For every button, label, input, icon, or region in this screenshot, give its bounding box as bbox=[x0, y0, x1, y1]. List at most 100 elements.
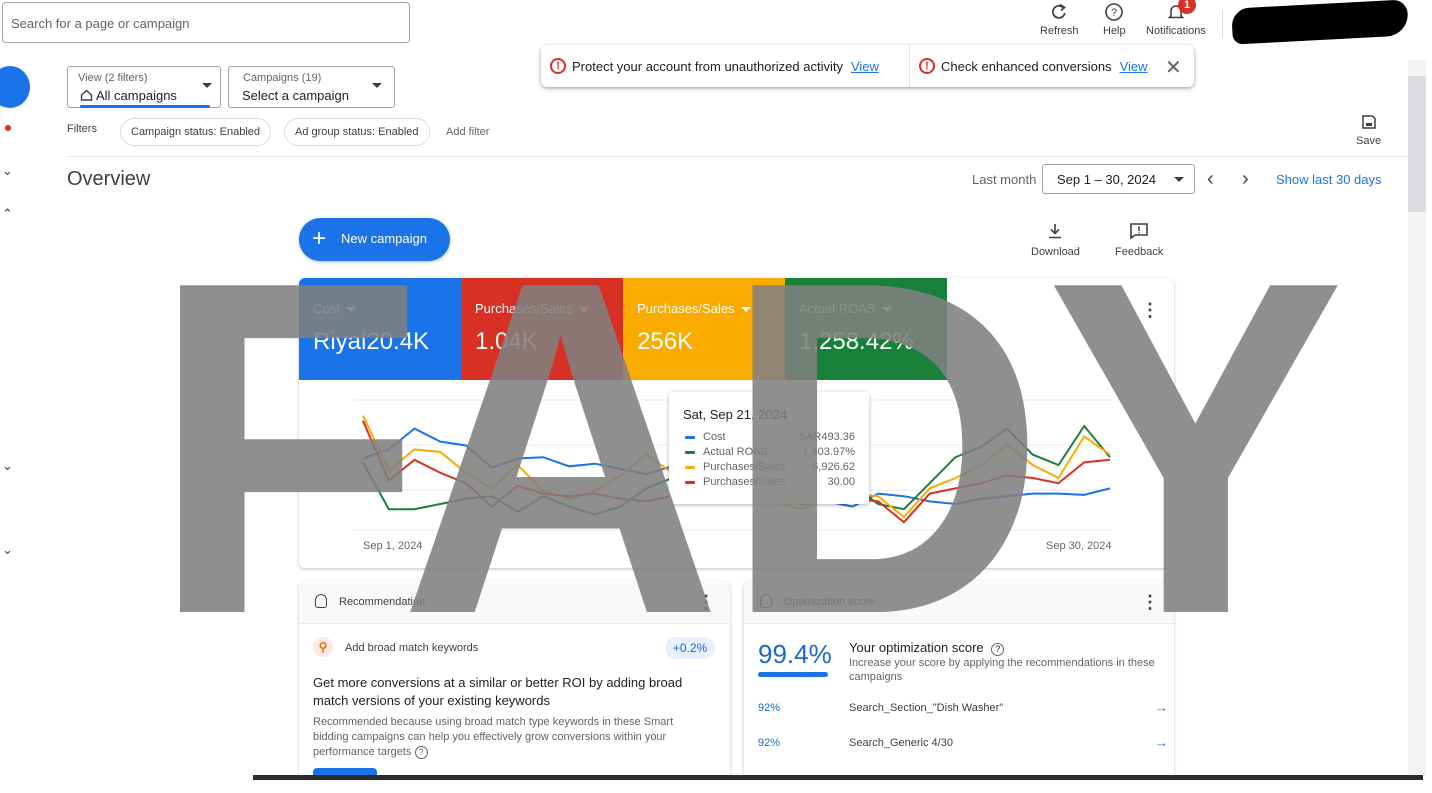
recommendation-card: Recommendation ⋮ ⚲ Add broad match keywo… bbox=[299, 581, 730, 781]
new-campaign-button[interactable]: + New campaign bbox=[299, 218, 450, 261]
tooltip-row: Cost SAR493.36 bbox=[683, 431, 855, 445]
show-last-30-days-link[interactable]: Show last 30 days bbox=[1276, 172, 1382, 187]
lightbulb-icon bbox=[315, 594, 327, 608]
page-title: Overview bbox=[67, 168, 151, 190]
card-title: Recommendation bbox=[339, 596, 426, 608]
chevron-up-icon[interactable]: ⌃ bbox=[2, 206, 13, 222]
refresh-label: Refresh bbox=[1040, 25, 1079, 37]
optimization-score-title-text: Your optimization score bbox=[849, 640, 984, 655]
feedback-button[interactable]: Feedback bbox=[1115, 222, 1163, 258]
dropdown-caret-icon bbox=[1174, 177, 1184, 182]
optimization-score-value: 99.4% bbox=[758, 639, 832, 669]
nav-create-button[interactable] bbox=[0, 66, 30, 108]
more-options-icon[interactable]: ⋮ bbox=[1141, 300, 1159, 321]
x-axis-end-label: Sep 30, 2024 bbox=[1046, 540, 1112, 552]
metric-value: Riyal20.4K bbox=[313, 328, 430, 355]
chevron-down-icon[interactable]: ⌄ bbox=[2, 163, 13, 179]
period-label: Last month bbox=[972, 172, 1037, 187]
more-options-icon[interactable]: ⋮ bbox=[1141, 592, 1159, 613]
next-period-icon[interactable]: › bbox=[1242, 168, 1249, 191]
help-button[interactable]: ? Help bbox=[1103, 2, 1126, 37]
refresh-icon bbox=[1052, 3, 1067, 19]
campaign-score: 92% bbox=[758, 702, 781, 714]
tooltip-series-value: 1,403.97% bbox=[802, 446, 855, 458]
campaign-selector[interactable]: Campaigns (19) Select a campaign bbox=[228, 66, 395, 108]
tooltip-series-value: SAR493.36 bbox=[798, 431, 855, 443]
legend-swatch bbox=[685, 481, 695, 484]
arrow-right-icon: → bbox=[1155, 735, 1168, 750]
chart-tooltip: Sat, Sep 21, 2024 Cost SAR493.36 Actual … bbox=[669, 392, 869, 504]
help-label: Help bbox=[1103, 25, 1126, 37]
help-icon: ? bbox=[1105, 3, 1124, 21]
toolbar-divider bbox=[1222, 10, 1223, 38]
filter-chip-campaign-status[interactable]: Campaign status: Enabled bbox=[120, 118, 272, 146]
download-button[interactable]: Download bbox=[1031, 222, 1080, 258]
metric-tile-sales[interactable]: Purchases/Sales 256K bbox=[623, 278, 785, 380]
chevron-down-icon[interactable]: ⌄ bbox=[2, 458, 13, 474]
save-icon bbox=[1361, 115, 1376, 129]
scrollbar-thumb[interactable] bbox=[1408, 76, 1426, 212]
account-avatar-redacted[interactable] bbox=[1231, 0, 1409, 45]
filter-chip-ad-group-status[interactable]: Ad group status: Enabled bbox=[284, 118, 430, 146]
close-icon[interactable]: ✕ bbox=[1165, 55, 1182, 80]
previous-period-icon[interactable]: ‹ bbox=[1207, 168, 1214, 191]
metric-label: Cost bbox=[313, 301, 356, 316]
download-label: Download bbox=[1031, 246, 1080, 258]
refresh-button[interactable]: Refresh bbox=[1040, 2, 1079, 37]
tooltip-series-value: 6,926.62 bbox=[812, 461, 855, 473]
search-icon: ⚲ bbox=[313, 637, 333, 657]
tooltip-row: Purchases/Sales 6,926.62 bbox=[683, 461, 855, 475]
card-header: Recommendation ⋮ bbox=[299, 581, 730, 624]
alert-text: Protect your account from unauthorized a… bbox=[572, 58, 843, 74]
feedback-label: Feedback bbox=[1115, 246, 1164, 258]
add-filter-button[interactable]: Add filter bbox=[446, 126, 489, 138]
recommendation-headline: Get more conversions at a similar or bet… bbox=[313, 675, 683, 708]
alert-view-link[interactable]: View bbox=[1120, 59, 1148, 74]
help-icon[interactable]: ? bbox=[414, 746, 428, 759]
download-icon bbox=[1049, 224, 1062, 239]
save-label: Save bbox=[1356, 135, 1382, 147]
view-selector-label: View (2 filters) bbox=[78, 72, 148, 84]
dropdown-caret-icon bbox=[202, 83, 212, 88]
date-range-picker[interactable]: Sep 1 – 30, 2024 bbox=[1042, 164, 1195, 194]
home-icon bbox=[80, 89, 93, 101]
dropdown-caret-icon bbox=[372, 83, 382, 88]
alert-divider bbox=[909, 45, 910, 87]
x-axis-start-label: Sep 1, 2024 bbox=[363, 540, 423, 552]
recommendation-type: Add broad match keywords bbox=[345, 642, 479, 654]
metric-value: 1,258.42% bbox=[799, 328, 914, 355]
alert-view-link[interactable]: View bbox=[851, 59, 879, 74]
legend-swatch bbox=[685, 436, 695, 439]
legend-swatch bbox=[685, 451, 695, 454]
chevron-down-icon[interactable]: ⌄ bbox=[2, 542, 13, 558]
optimization-score-card: Optimization score ⋮ 99.4% Your optimiza… bbox=[744, 581, 1174, 781]
notifications-button[interactable]: Notifications bbox=[1146, 2, 1206, 37]
campaign-name: Search_Generic 4/30 bbox=[849, 737, 953, 749]
feedback-icon bbox=[1130, 223, 1148, 240]
notifications-label: Notifications bbox=[1146, 25, 1206, 37]
campaign-score-row[interactable]: 92% Search_Generic 4/30 → bbox=[758, 735, 1168, 753]
security-alert-bar: ! Protect your account from unauthorized… bbox=[541, 45, 1194, 87]
help-icon[interactable]: ? bbox=[991, 643, 1005, 656]
lightbulb-icon bbox=[760, 594, 772, 608]
metric-tile-cost[interactable]: Cost Riyal20.4K bbox=[299, 278, 461, 380]
tooltip-series-value: 30.00 bbox=[827, 476, 855, 488]
view-selector[interactable]: View (2 filters) All campaigns bbox=[67, 66, 221, 108]
metric-label: Actual ROAS bbox=[799, 301, 892, 316]
metric-tile-purchases[interactable]: Purchases/Sales 1.04K bbox=[461, 278, 623, 380]
campaign-selector-value: Select a campaign bbox=[242, 88, 349, 103]
metric-value: 1.04K bbox=[475, 328, 538, 355]
metric-tile-roas[interactable]: Actual ROAS 1,258.42% bbox=[785, 278, 947, 380]
legend-swatch bbox=[685, 466, 695, 469]
search-input[interactable]: Search for a page or campaign bbox=[2, 2, 410, 43]
view-selector-value: All campaigns bbox=[80, 88, 177, 103]
alert-text: Check enhanced conversions bbox=[941, 58, 1112, 74]
nav-alert-dot bbox=[5, 125, 11, 131]
more-options-icon[interactable]: ⋮ bbox=[697, 592, 715, 613]
bottom-bar bbox=[253, 775, 1423, 780]
campaign-score-row[interactable]: 92% Search_Section_"Dish Washer" → bbox=[758, 700, 1168, 718]
alert-protect-account: ! Protect your account from unauthorized… bbox=[550, 45, 879, 87]
save-button[interactable]: Save bbox=[1356, 114, 1381, 147]
metric-label: Purchases/Sales bbox=[637, 301, 751, 316]
active-underline bbox=[80, 105, 210, 108]
